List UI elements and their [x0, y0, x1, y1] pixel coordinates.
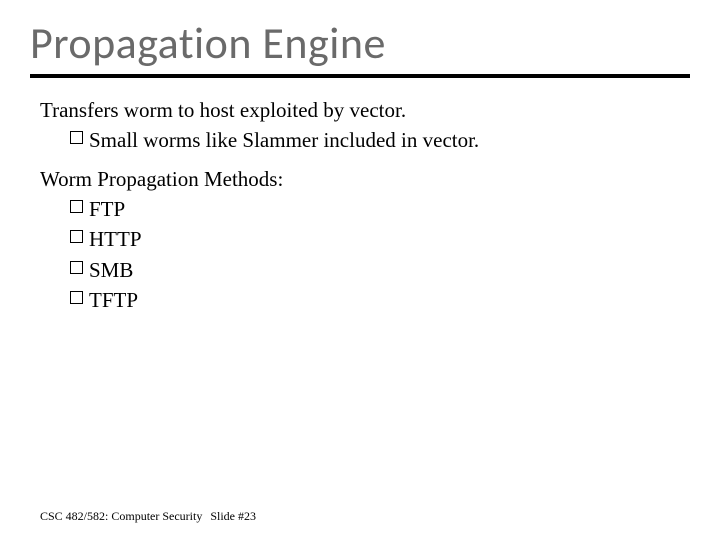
slide-title: Propagation Engine: [0, 0, 720, 74]
methods-list: FTP HTTP SMB TFTP: [40, 195, 680, 314]
list-item-text: SMB: [89, 256, 133, 284]
list-item: SMB: [70, 256, 680, 284]
list-item: TFTP: [70, 286, 680, 314]
list-item: HTTP: [70, 225, 680, 253]
square-bullet-icon: [70, 230, 83, 243]
footer-slide-number: Slide #23: [210, 509, 256, 523]
list-item: Small worms like Slammer included in vec…: [70, 126, 680, 154]
title-underline: [30, 74, 690, 78]
square-bullet-icon: [70, 131, 83, 144]
paragraph-1-sublist: Small worms like Slammer included in vec…: [40, 126, 680, 154]
list-item-text: FTP: [89, 195, 125, 223]
footer-course: CSC 482/582: Computer Security: [40, 509, 202, 523]
square-bullet-icon: [70, 291, 83, 304]
square-bullet-icon: [70, 200, 83, 213]
paragraph-1: Transfers worm to host exploited by vect…: [40, 96, 680, 124]
square-bullet-icon: [70, 261, 83, 274]
slide-body: Transfers worm to host exploited by vect…: [0, 96, 720, 314]
list-item: FTP: [70, 195, 680, 223]
list-item-text: TFTP: [89, 286, 138, 314]
list-item-text: Small worms like Slammer included in vec…: [89, 126, 479, 154]
slide-footer: CSC 482/582: Computer Security Slide #23: [40, 509, 256, 524]
list-item-text: HTTP: [89, 225, 142, 253]
paragraph-2: Worm Propagation Methods:: [40, 165, 680, 193]
